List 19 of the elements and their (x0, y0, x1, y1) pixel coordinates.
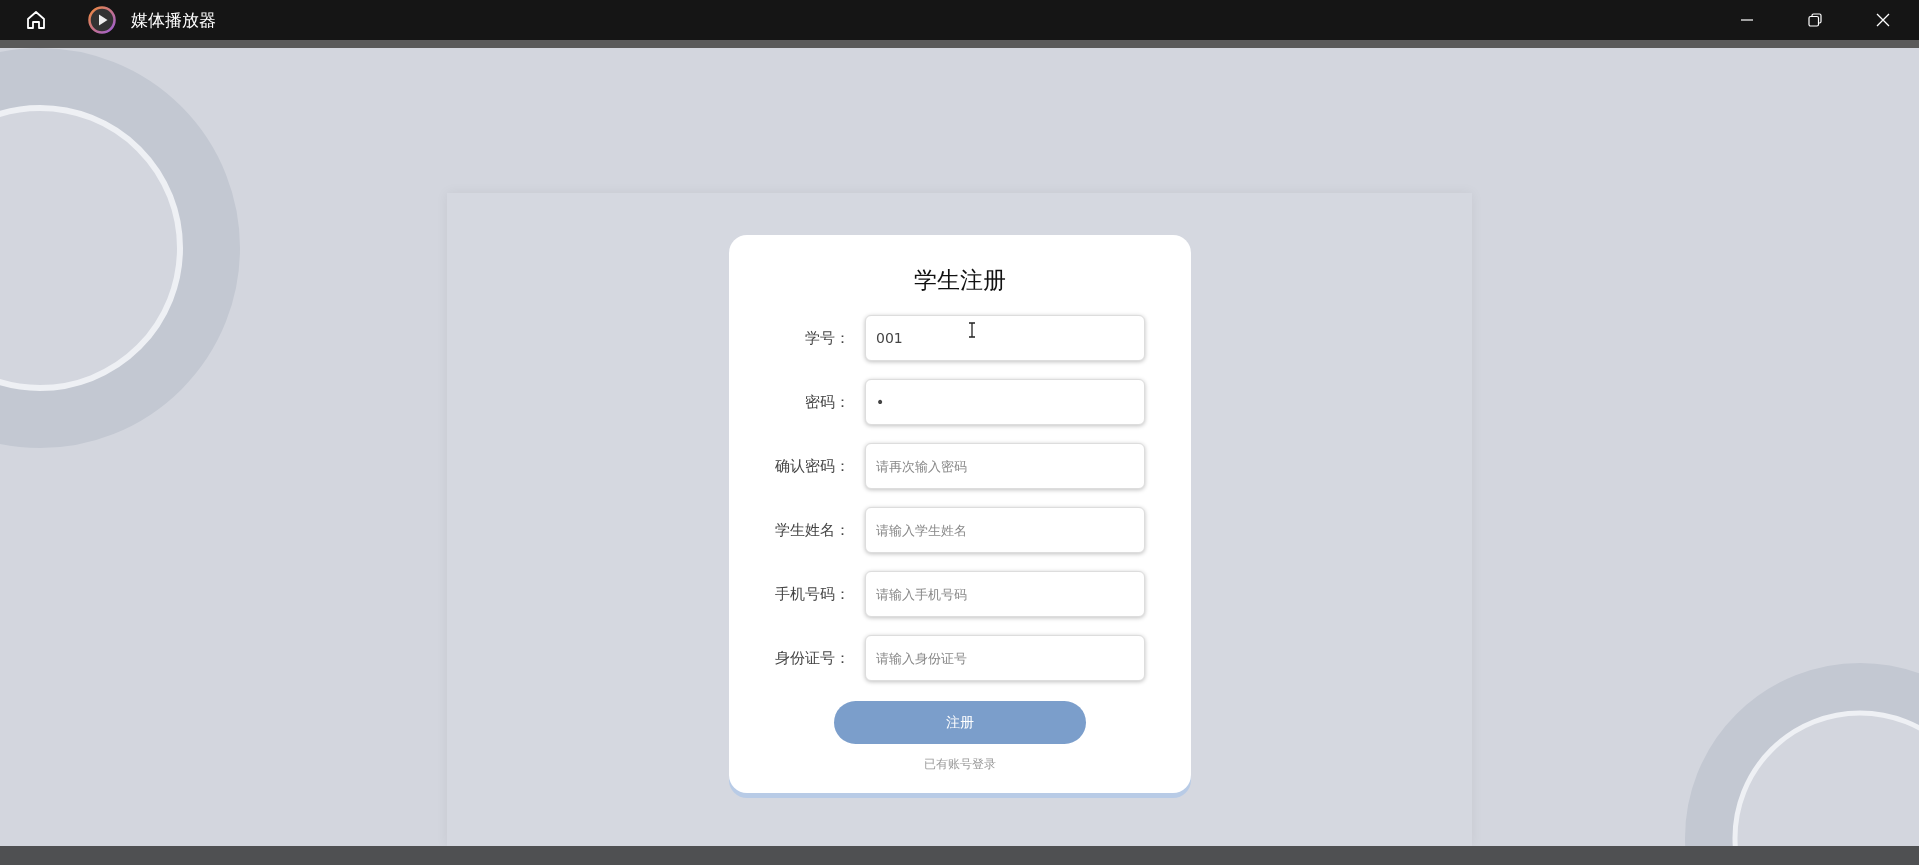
field-label: 密码： (804, 392, 850, 412)
close-icon[interactable] (1875, 12, 1891, 28)
restore-icon[interactable] (1807, 12, 1823, 28)
form-title: 学生注册 (913, 266, 1006, 295)
field-label: 学生姓名： (774, 520, 850, 540)
input-field[interactable]: 请输入学生姓名 (865, 507, 1145, 553)
play-logo-icon (88, 6, 116, 34)
text-cursor-icon (968, 322, 976, 338)
window-title: 媒体播放器 (131, 8, 216, 32)
field-label: 身份证号： (774, 648, 850, 668)
field-label: 学号： (804, 328, 850, 348)
input-field[interactable]: 请输入身份证号 (865, 635, 1145, 681)
input-field[interactable]: • (865, 379, 1145, 425)
input-field[interactable]: 请再次输入密码 (865, 443, 1145, 489)
field-label: 确认密码： (774, 456, 850, 476)
input-field[interactable]: 001 (865, 315, 1145, 361)
input-field[interactable]: 请输入手机号码 (865, 571, 1145, 617)
field-label: 手机号码： (774, 584, 850, 604)
home-icon[interactable] (24, 8, 48, 32)
